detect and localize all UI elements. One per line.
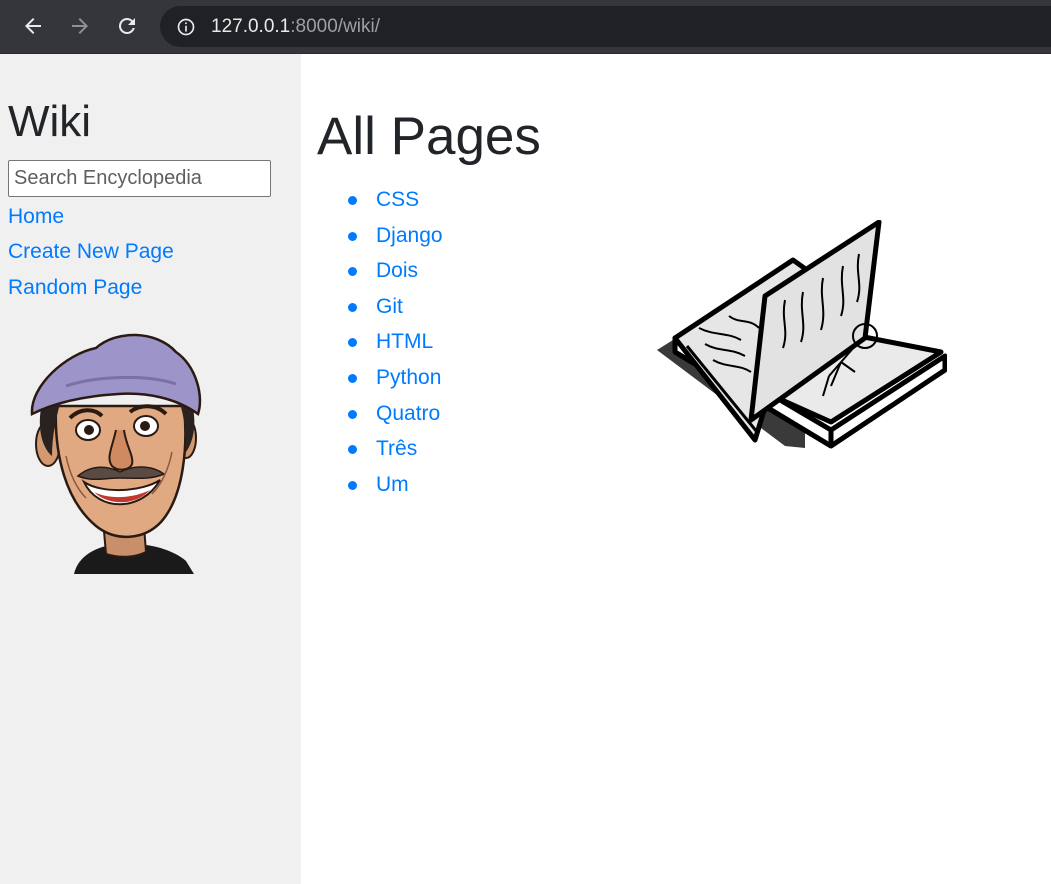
url-text[interactable]: 127.0.0.1:8000/wiki/ <box>211 16 380 38</box>
page-title: All Pages <box>317 107 541 166</box>
reload-button[interactable] <box>111 10 143 42</box>
bullet-icon <box>348 445 357 455</box>
back-button[interactable] <box>17 10 49 42</box>
page-link-um[interactable]: Um <box>376 473 409 496</box>
info-icon[interactable] <box>176 17 196 37</box>
bullet-icon <box>348 373 357 383</box>
search-input[interactable] <box>8 160 271 197</box>
page-link-css[interactable]: CSS <box>376 188 419 211</box>
list-item: Um <box>348 470 443 506</box>
sidebar-link-create-new-page[interactable]: Create New Page <box>8 238 174 266</box>
page-link-html[interactable]: HTML <box>376 330 433 353</box>
forward-button[interactable] <box>64 10 96 42</box>
main-content: All Pages CSS Django Dois Git HTML Pytho… <box>301 54 1051 884</box>
list-item: Django <box>348 221 443 257</box>
page-link-quatro[interactable]: Quatro <box>376 402 440 425</box>
list-item: Três <box>348 434 443 470</box>
url-host: 127.0.0.1 <box>211 16 291 37</box>
browser-toolbar: 127.0.0.1:8000/wiki/ <box>0 0 1051 54</box>
url-path: :8000/wiki/ <box>290 16 381 37</box>
list-item: Dois <box>348 256 443 292</box>
bullet-icon <box>348 267 357 277</box>
open-book-image <box>657 220 947 449</box>
bullet-icon <box>348 231 357 241</box>
caricature-avatar-image <box>30 333 202 574</box>
list-item: CSS <box>348 185 443 221</box>
page-list: CSS Django Dois Git HTML Python Quatro T… <box>348 185 443 505</box>
address-bar[interactable]: 127.0.0.1:8000/wiki/ <box>160 6 1051 47</box>
sidebar-link-home[interactable]: Home <box>8 203 64 231</box>
site-title: Wiki <box>8 97 92 146</box>
list-item: HTML <box>348 327 443 363</box>
bullet-icon <box>348 338 357 348</box>
bullet-icon <box>348 196 357 205</box>
sidebar-link-random-page[interactable]: Random Page <box>8 274 142 302</box>
page-link-git[interactable]: Git <box>376 295 403 318</box>
page-link-python[interactable]: Python <box>376 366 441 389</box>
reload-icon <box>119 18 135 34</box>
sidebar: Wiki Home Create New Page Random Page <box>0 54 301 884</box>
page-link-django[interactable]: Django <box>376 224 443 247</box>
page-link-tres[interactable]: Três <box>376 437 417 460</box>
arrow-left-icon <box>25 18 41 34</box>
page-link-dois[interactable]: Dois <box>376 259 418 282</box>
bullet-icon <box>348 409 357 419</box>
list-item: Python <box>348 363 443 399</box>
bullet-icon <box>348 480 357 490</box>
bullet-icon <box>348 302 357 312</box>
arrow-right-icon <box>72 18 88 34</box>
list-item: Git <box>348 292 443 328</box>
list-item: Quatro <box>348 399 443 435</box>
